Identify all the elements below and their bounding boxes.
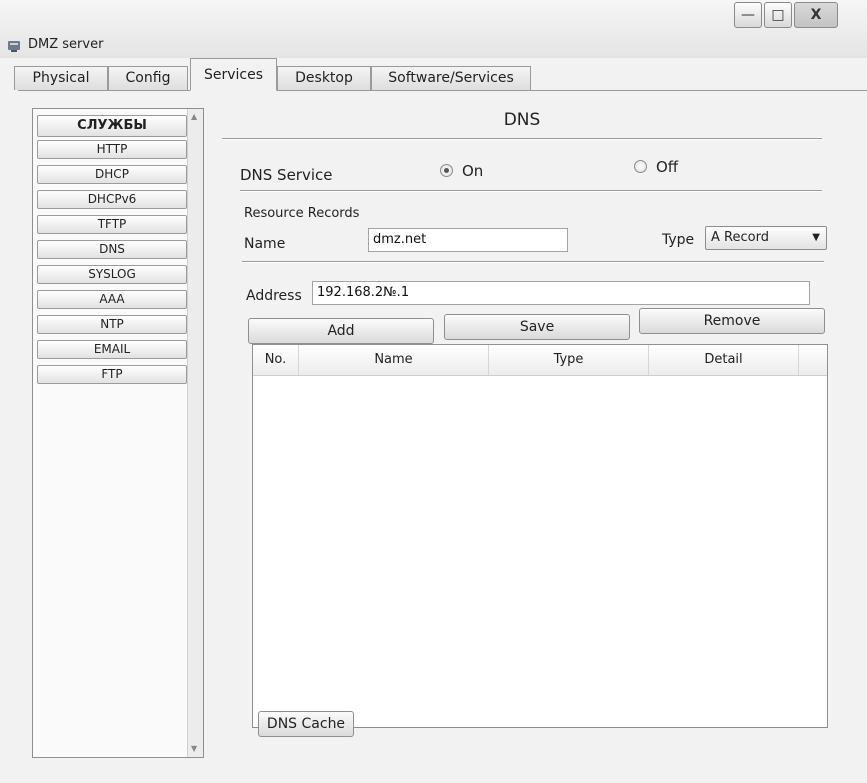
- dns-on-radio[interactable]: [440, 164, 453, 177]
- add-button[interactable]: Add: [248, 318, 434, 344]
- remove-button[interactable]: Remove: [639, 308, 825, 334]
- tab-physical[interactable]: Physical: [14, 66, 108, 90]
- title-bar: DMZ server — □ X: [0, 0, 867, 58]
- service-ntp[interactable]: NTP: [37, 315, 187, 334]
- tab-services[interactable]: Services: [190, 58, 277, 91]
- resource-records-label: Resource Records: [244, 206, 360, 221]
- scroll-down-arrow-icon[interactable]: ▼: [191, 744, 197, 753]
- close-button[interactable]: X: [794, 2, 838, 28]
- window-title: DMZ server: [28, 37, 104, 52]
- type-select[interactable]: A Record ▼: [705, 226, 827, 250]
- dns-cache-button[interactable]: DNS Cache: [258, 711, 354, 737]
- server-icon: [8, 41, 20, 52]
- address-input[interactable]: 192.168.2№.1: [312, 281, 810, 305]
- divider: [222, 138, 822, 140]
- name-label: Name: [244, 236, 286, 252]
- type-label: Type: [662, 232, 695, 248]
- save-button[interactable]: Save: [444, 314, 630, 340]
- dns-title: DNS: [503, 110, 541, 130]
- service-dns[interactable]: DNS: [37, 240, 187, 259]
- type-select-value: A Record: [711, 230, 769, 245]
- column-header-name[interactable]: Name: [299, 345, 489, 375]
- services-scrollbar[interactable]: ▲ ▼: [187, 109, 203, 757]
- tab-desktop[interactable]: Desktop: [277, 66, 371, 90]
- maximize-button[interactable]: □: [764, 2, 792, 28]
- dns-panel: DNS DNS Service On Off Resource Records …: [222, 108, 837, 758]
- service-tftp[interactable]: TFTP: [37, 215, 187, 234]
- chevron-down-icon: ▼: [812, 232, 820, 243]
- table-header: No. Name Type Detail: [253, 345, 827, 376]
- divider: [242, 261, 824, 263]
- service-email[interactable]: EMAIL: [37, 340, 187, 359]
- scroll-up-arrow-icon[interactable]: ▲: [191, 112, 197, 121]
- service-dhcp[interactable]: DHCP: [37, 165, 187, 184]
- service-aaa[interactable]: AAA: [37, 290, 187, 309]
- dns-records-table[interactable]: No. Name Type Detail: [252, 344, 828, 728]
- service-syslog[interactable]: SYSLOG: [37, 265, 187, 284]
- service-dhcpv6[interactable]: DHCPv6: [37, 190, 187, 209]
- name-input[interactable]: dmz.net: [368, 228, 568, 252]
- address-label: Address: [246, 288, 302, 304]
- dns-service-label: DNS Service: [240, 166, 333, 184]
- minimize-button[interactable]: —: [734, 2, 762, 28]
- divider: [240, 190, 822, 192]
- dmz-server-window: DMZ server — □ X Physical Config Service…: [0, 0, 867, 783]
- dns-on-label: On: [462, 162, 484, 180]
- dns-off-radio[interactable]: [634, 160, 647, 173]
- column-header-type[interactable]: Type: [489, 345, 649, 375]
- services-header: СЛУЖБЫ: [37, 115, 187, 137]
- tab-software-services[interactable]: Software/Services: [371, 66, 531, 90]
- tab-config[interactable]: Config: [108, 66, 188, 90]
- dns-off-label: Off: [656, 158, 679, 176]
- service-http[interactable]: HTTP: [37, 140, 187, 159]
- column-header-no[interactable]: No.: [253, 345, 299, 375]
- column-header-detail[interactable]: Detail: [649, 345, 799, 375]
- service-ftp[interactable]: FTP: [37, 365, 187, 384]
- services-list: СЛУЖБЫ HTTP DHCP DHCPv6 TFTP DNS SYSLOG …: [32, 108, 204, 758]
